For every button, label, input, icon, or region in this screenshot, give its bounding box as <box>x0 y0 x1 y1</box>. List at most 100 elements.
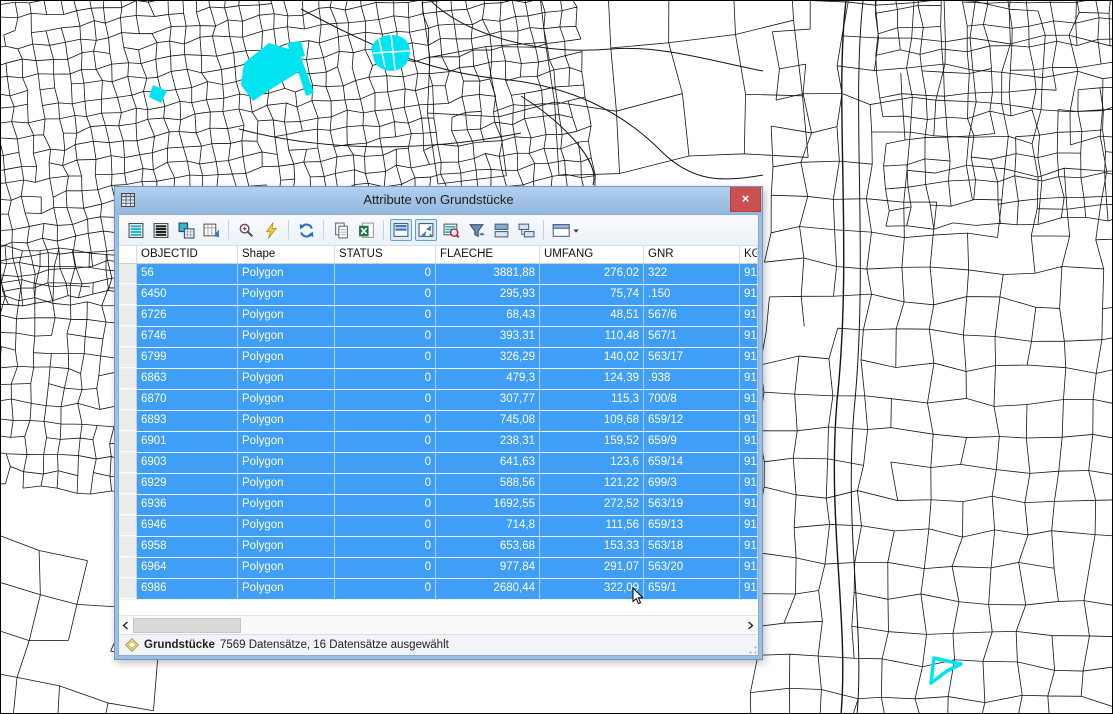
cell: Polygon <box>238 390 335 410</box>
table-row[interactable]: 6958Polygon0653,68153,33563/18911 <box>119 537 758 558</box>
row-selector[interactable] <box>119 264 137 284</box>
row-selector[interactable] <box>119 579 137 599</box>
show-all-records-button[interactable] <box>150 219 172 241</box>
table-row[interactable]: 6726Polygon068,4348,51567/6911 <box>119 306 758 327</box>
scroll-left-arrow[interactable] <box>119 616 131 634</box>
window-title: Attribute von Grundstücke <box>115 192 762 207</box>
toolbar-separator <box>228 220 229 240</box>
cell: Polygon <box>238 474 335 494</box>
find-in-table-button[interactable] <box>440 219 462 241</box>
resize-grip[interactable] <box>749 646 757 654</box>
table-row[interactable]: 6893Polygon0745,08109,68659/12911 <box>119 411 758 432</box>
cell: 911 <box>740 306 758 326</box>
export-excel-icon <box>358 222 375 239</box>
row-selector[interactable] <box>119 453 137 473</box>
table-row[interactable]: 6901Polygon0238,31159,52659/9911 <box>119 432 758 453</box>
cell: 6450 <box>137 285 238 305</box>
cell: Polygon <box>238 348 335 368</box>
row-selector[interactable] <box>119 306 137 326</box>
cell: 2680,44 <box>436 579 540 599</box>
cell: 6893 <box>137 411 238 431</box>
column-header-gnr[interactable]: GNR <box>644 246 740 263</box>
show-all-records-icon <box>153 222 170 239</box>
panel-menu-button[interactable] <box>550 219 582 241</box>
show-selected-records-icon <box>128 222 145 239</box>
related-tables-button[interactable] <box>200 219 222 241</box>
table-row[interactable]: 6863Polygon0479,3124,39.938911 <box>119 369 758 390</box>
copy-button[interactable] <box>330 219 352 241</box>
row-selector[interactable] <box>119 348 137 368</box>
close-button[interactable]: × <box>730 187 761 212</box>
cell: 56 <box>137 264 238 284</box>
cell: 109,68 <box>540 411 644 431</box>
cell: 121,22 <box>540 474 644 494</box>
table-row[interactable]: 6746Polygon0393,31110,48567/1911 <box>119 327 758 348</box>
row-selector[interactable] <box>119 495 137 515</box>
cell: 0 <box>335 537 436 557</box>
row-selector[interactable] <box>119 432 137 452</box>
window-titlebar[interactable]: Attribute von Grundstücke × <box>115 187 762 214</box>
column-header-kgn[interactable]: KGN <box>740 246 758 263</box>
layer-diamond-icon <box>125 638 139 652</box>
export-excel-button[interactable] <box>355 219 377 241</box>
table-row[interactable]: 6986Polygon02680,44322,09659/1911 <box>119 579 758 600</box>
refresh-button[interactable] <box>295 219 317 241</box>
column-header-shape[interactable]: Shape <box>238 246 335 263</box>
row-selector[interactable] <box>119 285 137 305</box>
table-row[interactable]: 6936Polygon01692,55272,52563/19911 <box>119 495 758 516</box>
filter-button[interactable] <box>465 219 487 241</box>
table-row[interactable]: 6903Polygon0641,63123,6659/14911 <box>119 453 758 474</box>
cell: 659/1 <box>644 579 740 599</box>
row-selector[interactable] <box>119 474 137 494</box>
stack-tables-button[interactable] <box>515 219 537 241</box>
column-header-status[interactable]: STATUS <box>335 246 436 263</box>
cell: 322 <box>644 264 740 284</box>
highlight-parcel-c <box>294 57 314 96</box>
selected-view-toggle-button[interactable] <box>390 219 412 241</box>
zoom-button[interactable] <box>235 219 257 241</box>
table-row[interactable]: 6870Polygon0307,77115,3700/8911 <box>119 390 758 411</box>
row-selector[interactable] <box>119 537 137 557</box>
layer-name: Grundstücke <box>144 639 215 651</box>
cell: Polygon <box>238 306 335 326</box>
header-selector-cell <box>119 246 137 263</box>
find-in-table-icon <box>443 222 460 239</box>
cell: 0 <box>335 453 436 473</box>
table-row[interactable]: 6450Polygon0295,9375,74.150911 <box>119 285 758 306</box>
cell: 911 <box>740 411 758 431</box>
row-selector[interactable] <box>119 516 137 536</box>
row-selector[interactable] <box>119 327 137 347</box>
cell: 659/13 <box>644 516 740 536</box>
cell: 0 <box>335 264 436 284</box>
cell: 911 <box>740 558 758 578</box>
table-row[interactable]: 6929Polygon0588,56121,22699/3911 <box>119 474 758 495</box>
summarize-button[interactable] <box>490 219 512 241</box>
map-view[interactable]: Attribute von Grundstücke × <box>0 0 1113 714</box>
table-row[interactable]: 56Polygon03881,88276,02322911 <box>119 264 758 285</box>
table-row[interactable]: 6946Polygon0714,8111,56659/13911 <box>119 516 758 537</box>
switch-selection-button[interactable] <box>175 219 197 241</box>
cell: Polygon <box>238 495 335 515</box>
show-selected-records-button[interactable] <box>125 219 147 241</box>
column-header-flaeche[interactable]: FLAECHE <box>436 246 540 263</box>
cell: Polygon <box>238 432 335 452</box>
scroll-right-arrow[interactable] <box>744 616 756 634</box>
table-row[interactable]: 6799Polygon0326,29140,02563/17911 <box>119 348 758 369</box>
cell: 659/14 <box>644 453 740 473</box>
cell: 641,63 <box>436 453 540 473</box>
table-row[interactable]: 6964Polygon0977,84291,07563/20911 <box>119 558 758 579</box>
horizontal-scrollbar[interactable] <box>119 615 758 634</box>
cell: 6746 <box>137 327 238 347</box>
row-selector[interactable] <box>119 390 137 410</box>
cell: 911 <box>740 348 758 368</box>
scrollbar-thumb[interactable] <box>133 618 241 633</box>
row-selector[interactable] <box>119 558 137 578</box>
zoom-to-selected-toggle-button[interactable] <box>415 219 437 241</box>
row-selector[interactable] <box>119 369 137 389</box>
column-header-umfang[interactable]: UMFANG <box>540 246 644 263</box>
column-header-objectid[interactable]: OBJECTID <box>137 246 238 263</box>
cell: 0 <box>335 348 436 368</box>
row-selector[interactable] <box>119 411 137 431</box>
flash-button[interactable] <box>260 219 282 241</box>
cell: Polygon <box>238 558 335 578</box>
